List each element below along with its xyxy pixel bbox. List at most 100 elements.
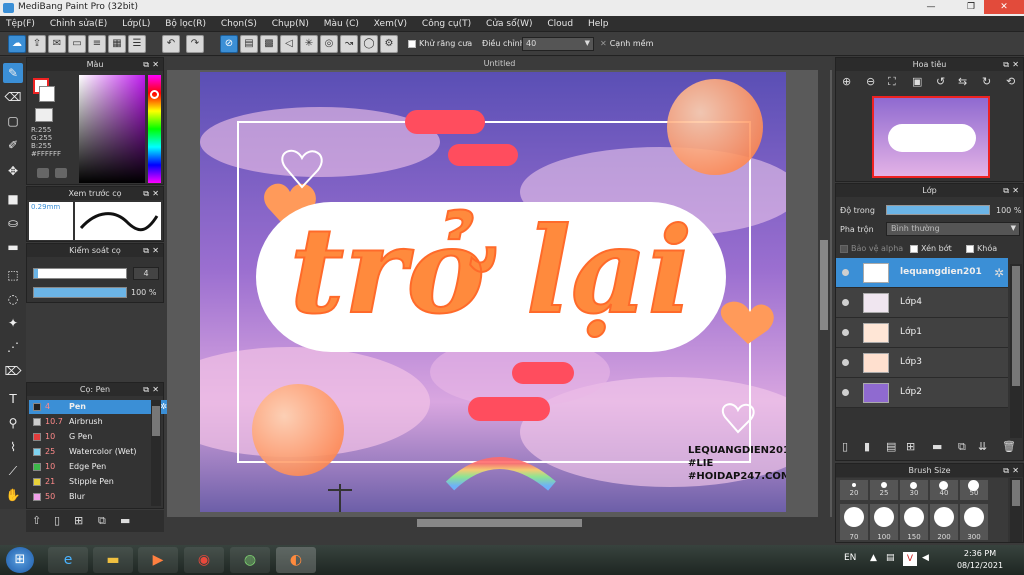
add-layer-menu-icon[interactable]: ⊞ (906, 440, 915, 453)
select-tool-icon[interactable]: ⬚ (3, 265, 23, 285)
gear-icon[interactable]: ✲ (160, 400, 167, 414)
adjust-select[interactable]: 40 ▼ (522, 37, 594, 51)
menu-edit[interactable]: Chỉnh sửa(E) (44, 16, 113, 32)
magic-wand-tool-icon[interactable]: ✦ (3, 313, 23, 333)
menu-view[interactable]: Xem(V) (368, 16, 413, 32)
delete-layer-icon[interactable]: 🗑 (1002, 440, 1016, 453)
rotate-left-icon[interactable]: ↺ (936, 75, 945, 88)
dropper-tool-icon[interactable]: ⌇ (3, 437, 23, 457)
menu-select[interactable]: Chọn(S) (215, 16, 263, 32)
scrollbar-thumb[interactable] (1012, 480, 1020, 506)
panel-detach-icon[interactable]: ⧉ (143, 187, 149, 200)
panel-detach-icon[interactable]: ⧉ (1003, 58, 1009, 71)
layer-row-lop3[interactable]: Lớp3 (836, 348, 1008, 378)
layer-folder-icon[interactable]: ▬ (932, 440, 942, 453)
brush-item-watercolor[interactable]: 25 Watercolor (Wet) (29, 445, 169, 459)
protect-alpha-option[interactable]: Bảo vệ alpha (840, 244, 903, 253)
panel-detach-icon[interactable]: ⧉ (1003, 464, 1009, 477)
brush-upload-icon[interactable]: ⇧ (32, 514, 41, 527)
transparent-swatch[interactable] (35, 108, 53, 122)
close-icon[interactable]: ✕ (984, 0, 1024, 14)
panel-detach-icon[interactable]: ⧉ (143, 244, 149, 257)
menu-window[interactable]: Cửa sổ(W) (480, 16, 538, 32)
soft-edge-option[interactable]: ✕ Cạnh mềm (600, 39, 653, 48)
brush-size-70[interactable]: 70 (840, 504, 868, 540)
add-brush-icon[interactable]: ⊞ (74, 514, 83, 527)
brush-item-stipple-pen[interactable]: 21 Stipple Pen (29, 475, 169, 489)
select-pen-tool-icon[interactable]: ⋰ (3, 337, 23, 357)
protect-alpha-checkbox[interactable] (840, 244, 848, 253)
eye-icon[interactable] (842, 269, 849, 276)
text-tool-icon[interactable]: T (3, 389, 23, 409)
brush-list-scrollbar[interactable] (151, 400, 161, 506)
tray-expand-icon[interactable]: ▲ (870, 553, 877, 563)
palette-icon[interactable] (37, 168, 49, 178)
new-layer-halftone-icon[interactable]: ▮ (864, 440, 870, 453)
scrollbar-thumb[interactable] (152, 406, 160, 436)
app-icon[interactable]: ◍ (230, 547, 270, 573)
navigator-thumbnail[interactable] (872, 96, 990, 178)
page-icon[interactable]: ▭ (68, 35, 86, 53)
brush-size-25[interactable]: 25 (870, 480, 898, 500)
eye-icon[interactable] (842, 389, 849, 396)
settings-gear-icon[interactable]: ⚙ (380, 35, 398, 53)
menu-help[interactable]: Help (582, 16, 615, 32)
volume-icon[interactable]: ◀ (922, 553, 929, 563)
bucket-tool-icon[interactable]: ⛀ (3, 213, 23, 233)
panel-close-icon[interactable]: ✕ (1012, 464, 1019, 477)
concentric-snap-icon[interactable]: ◎ (320, 35, 338, 53)
fit-icon[interactable]: ⛶ (888, 75, 896, 89)
brush-opacity-slider[interactable] (33, 287, 127, 298)
blend-mode-select[interactable]: Bình thường ▼ (886, 222, 1020, 236)
curve-snap-icon[interactable]: ↝ (340, 35, 358, 53)
hand-tool-icon[interactable]: ✋ (3, 485, 23, 505)
media-player-icon[interactable]: ▶ (138, 547, 178, 573)
folder-icon[interactable]: ▬ (120, 514, 130, 527)
scrollbar-thumb[interactable] (820, 240, 828, 330)
minimize-icon[interactable]: — (918, 0, 944, 14)
perspective-snap-icon[interactable]: ◁ (280, 35, 298, 53)
duplicate-layer-icon[interactable]: ⧉ (958, 440, 966, 454)
select-eraser-tool-icon[interactable]: ⌦ (3, 361, 23, 381)
menu-filter[interactable]: Bộ lọc(R) (159, 16, 212, 32)
grid-doc-icon[interactable]: ▦ (108, 35, 126, 53)
maximize-icon[interactable]: ❐ (958, 0, 984, 14)
menu-snap[interactable]: Chụp(N) (266, 16, 315, 32)
chrome-icon[interactable]: ◉ (184, 547, 224, 573)
panel-close-icon[interactable]: ✕ (1012, 184, 1019, 197)
list-doc-icon[interactable]: ☰ (128, 35, 146, 53)
gradient-tool-icon[interactable]: ▬ (3, 237, 23, 257)
rotate-right-icon[interactable]: ↻ (982, 75, 991, 88)
parallel-snap-icon[interactable]: ▤ (240, 35, 258, 53)
brush-item-blur[interactable]: 50 Blur (29, 490, 169, 504)
add-color-icon[interactable] (55, 168, 67, 178)
canvas-area[interactable]: Untitled trở lại LEQUANGDIEN201 #LIE #HO… (167, 57, 832, 520)
saturation-value-picker[interactable] (79, 75, 145, 183)
eye-icon[interactable] (842, 329, 849, 336)
rectangle-tool-icon[interactable]: ▢ (3, 111, 23, 131)
antialias-checkbox[interactable] (408, 39, 416, 48)
new-layer-8bit-icon[interactable]: ▤ (886, 440, 896, 453)
menu-cloud[interactable]: Cloud (541, 16, 579, 32)
reset-view-icon[interactable]: ⟲ (1006, 75, 1015, 88)
antialias-option[interactable]: Khử răng cưa (408, 39, 472, 48)
cloud-icon[interactable]: ☁ (8, 35, 26, 53)
hue-slider-handle[interactable] (150, 90, 159, 99)
lasso-tool-icon[interactable]: ◌ (3, 289, 23, 309)
brush-size-150[interactable]: 150 (900, 504, 928, 540)
lock-option[interactable]: Khóa (966, 244, 997, 253)
grid-snap-icon[interactable]: ▩ (260, 35, 278, 53)
lock-checkbox[interactable] (966, 244, 974, 253)
panel-close-icon[interactable]: ✕ (152, 58, 159, 71)
start-button[interactable]: ⊞ (6, 547, 34, 573)
new-layer-icon[interactable]: ▯ (842, 440, 848, 453)
brush-size-40[interactable]: 40 (930, 480, 958, 500)
brush-size-300[interactable]: 300 (960, 504, 988, 540)
brush-item-pen[interactable]: 4 Pen ✲ (29, 400, 169, 414)
clip-option[interactable]: Xén bớt (910, 244, 952, 253)
new-brush-icon[interactable]: ▯ (54, 514, 60, 527)
panel-detach-icon[interactable]: ⧉ (143, 58, 149, 71)
layer-row-lop1[interactable]: Lớp1 (836, 318, 1008, 348)
panel-close-icon[interactable]: ✕ (152, 187, 159, 200)
snap-off-icon[interactable]: ⊘ (220, 35, 238, 53)
